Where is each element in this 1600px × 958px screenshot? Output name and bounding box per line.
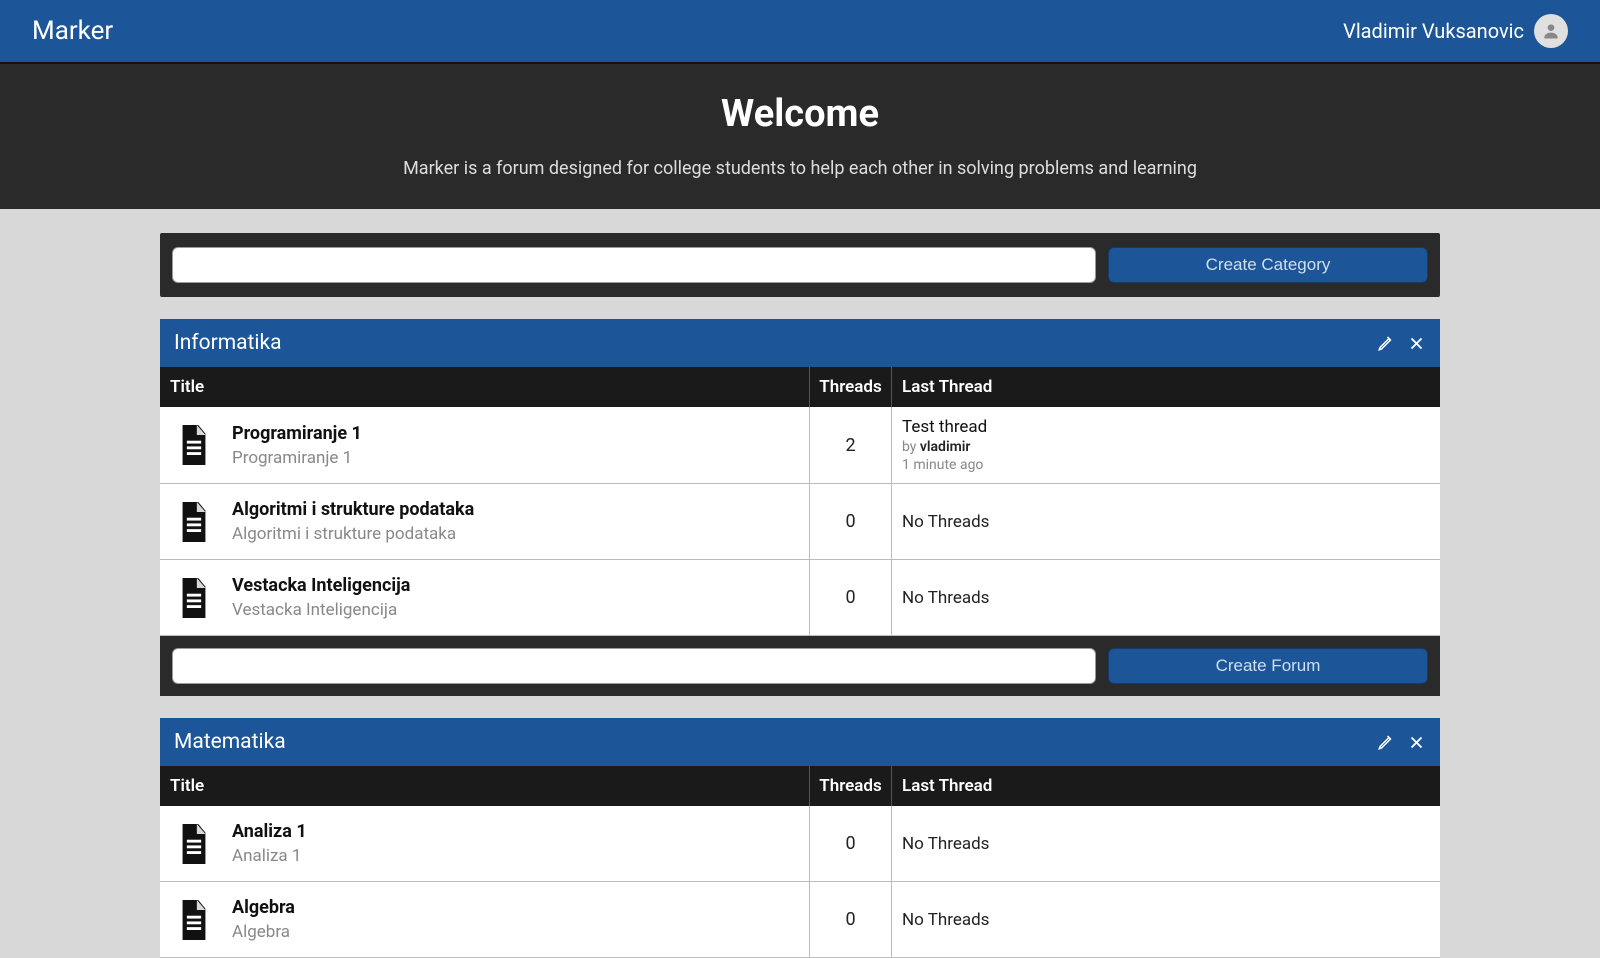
category-name[interactable]: Informatika <box>174 331 282 355</box>
forum-description: Algoritmi i strukture podataka <box>232 524 474 544</box>
document-icon <box>176 578 212 618</box>
forum-title-cell: Analiza 1 Analiza 1 <box>160 806 810 881</box>
forum-name-input[interactable] <box>172 648 1096 684</box>
forum-thread-count: 0 <box>810 882 892 957</box>
forum-title-cell: Algebra Algebra <box>160 882 810 957</box>
forum-title-cell: Vestacka Inteligencija Vestacka Inteligen… <box>160 560 810 635</box>
category-name[interactable]: Matematika <box>174 730 286 754</box>
forum-link[interactable]: Analiza 1 <box>232 821 307 842</box>
no-threads-label: No Threads <box>902 512 1430 532</box>
no-threads-label: No Threads <box>902 910 1430 930</box>
edit-category-button[interactable] <box>1376 333 1396 353</box>
forum-description: Algebra <box>232 922 295 942</box>
edit-icon <box>1377 334 1395 352</box>
document-icon <box>176 900 212 940</box>
forum-row: Vestacka Inteligencija Vestacka Inteligen… <box>160 560 1440 636</box>
create-category-button[interactable]: Create Category <box>1108 247 1428 283</box>
column-last-thread: Last Thread <box>892 367 1440 407</box>
forum-row: Algebra Algebra 0 No Threads <box>160 882 1440 958</box>
column-title: Title <box>160 766 810 806</box>
category-header: Matematika <box>160 718 1440 766</box>
column-threads: Threads <box>810 766 892 806</box>
forum-link[interactable]: Programiranje 1 <box>232 423 362 444</box>
delete-category-button[interactable] <box>1406 732 1426 752</box>
hero: Welcome Marker is a forum designed for c… <box>0 62 1600 209</box>
create-forum-button[interactable]: Create Forum <box>1108 648 1428 684</box>
document-icon <box>176 502 212 542</box>
category-header: Informatika <box>160 319 1440 367</box>
user-name: Vladimir Vuksanovic <box>1343 19 1524 43</box>
forum-row: Analiza 1 Analiza 1 0 No Threads <box>160 806 1440 882</box>
category-name-input[interactable] <box>172 247 1096 283</box>
user-menu[interactable]: Vladimir Vuksanovic <box>1343 14 1568 48</box>
forum-thread-count: 2 <box>810 407 892 483</box>
forum-last-thread: No Threads <box>892 560 1440 635</box>
delete-category-button[interactable] <box>1406 333 1426 353</box>
forum-description: Analiza 1 <box>232 846 307 866</box>
forum-description: Programiranje 1 <box>232 448 362 468</box>
column-last-thread: Last Thread <box>892 766 1440 806</box>
edit-icon <box>1377 733 1395 751</box>
create-forum-row: Create Forum <box>160 636 1440 696</box>
forum-title-cell: Programiranje 1 Programiranje 1 <box>160 407 810 483</box>
create-category-row: Create Category <box>160 233 1440 297</box>
forum-row: Programiranje 1Programiranje 12Test thre… <box>160 407 1440 484</box>
last-thread-author: by vladimir <box>902 439 1430 455</box>
forum-link[interactable]: Algoritmi i strukture podataka <box>232 499 474 520</box>
main-container: Create Category InformatikaTitleThreadsL… <box>160 233 1440 958</box>
last-thread-title[interactable]: Test thread <box>902 417 1430 437</box>
column-title: Title <box>160 367 810 407</box>
document-icon <box>176 824 212 864</box>
brand-link[interactable]: Marker <box>32 16 113 46</box>
no-threads-label: No Threads <box>902 834 1430 854</box>
category: MatematikaTitleThreadsLast ThreadAnaliza… <box>160 718 1440 958</box>
column-headers: TitleThreadsLast Thread <box>160 367 1440 407</box>
column-threads: Threads <box>810 367 892 407</box>
page-title: Welcome <box>0 92 1600 136</box>
edit-category-button[interactable] <box>1376 732 1396 752</box>
forum-thread-count: 0 <box>810 806 892 881</box>
forum-last-thread: Test thread by vladimir 1 minute ago <box>892 407 1440 483</box>
navbar: Marker Vladimir Vuksanovic <box>0 0 1600 62</box>
avatar <box>1534 14 1568 48</box>
no-threads-label: No Threads <box>902 588 1430 608</box>
category: InformatikaTitleThreadsLast ThreadProgra… <box>160 319 1440 696</box>
forum-last-thread: No Threads <box>892 806 1440 881</box>
forum-thread-count: 0 <box>810 560 892 635</box>
forum-description: Vestacka Inteligencija <box>232 600 410 620</box>
forum-title-cell: Algoritmi i strukture podataka Algoritmi … <box>160 484 810 559</box>
document-icon <box>176 425 212 465</box>
forum-row: Algoritmi i strukture podataka Algoritmi … <box>160 484 1440 560</box>
forum-thread-count: 0 <box>810 484 892 559</box>
forum-last-thread: No Threads <box>892 882 1440 957</box>
page-subtitle: Marker is a forum designed for college s… <box>0 158 1600 179</box>
forum-link[interactable]: Algebra <box>232 897 295 918</box>
forum-link[interactable]: Vestacka Inteligencija <box>232 575 410 596</box>
person-icon <box>1541 21 1561 41</box>
close-icon <box>1409 336 1424 351</box>
column-headers: TitleThreadsLast Thread <box>160 766 1440 806</box>
close-icon <box>1409 735 1424 750</box>
last-thread-time: 1 minute ago <box>902 457 1430 473</box>
forum-last-thread: No Threads <box>892 484 1440 559</box>
